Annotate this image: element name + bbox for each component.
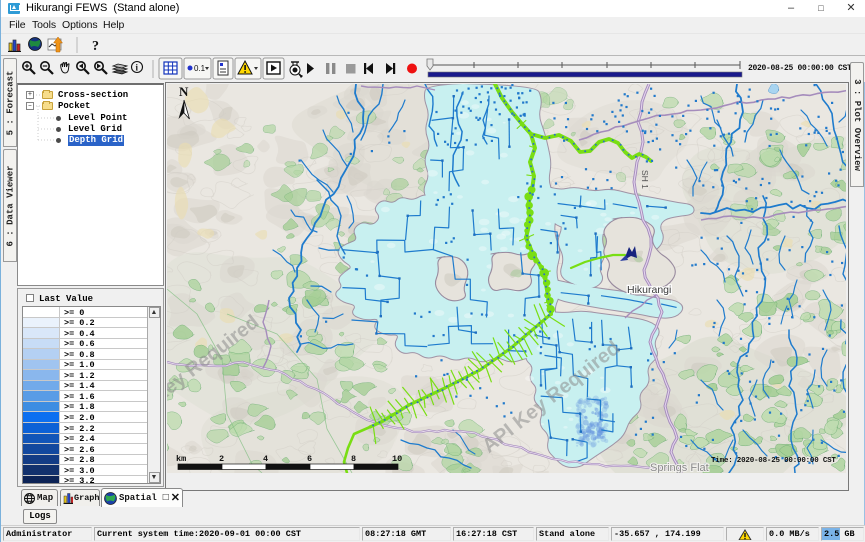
svg-text:10: 10 [392,454,402,464]
svg-text:km: km [176,454,186,464]
svg-text:SH 1: SH 1 [640,170,650,189]
svg-text:?: ? [92,39,99,54]
svg-text:Hikurangi: Hikurangi [627,284,671,296]
svg-text:0.1: 0.1 [194,64,206,73]
svg-text:4: 4 [263,454,268,464]
svg-text:6: 6 [307,454,312,464]
svg-text:Springs Flat: Springs Flat [650,462,709,473]
svg-text:Time: 2020-08-25 00:00:00 CST: Time: 2020-08-25 00:00:00 CST [711,457,836,465]
svg-text:2: 2 [219,454,224,464]
svg-text:8: 8 [351,454,356,464]
svg-text:N: N [179,84,189,99]
svg-text:2020-08-25 00:00:00 CST: 2020-08-25 00:00:00 CST [748,64,852,73]
svg-text:i: i [136,63,139,73]
